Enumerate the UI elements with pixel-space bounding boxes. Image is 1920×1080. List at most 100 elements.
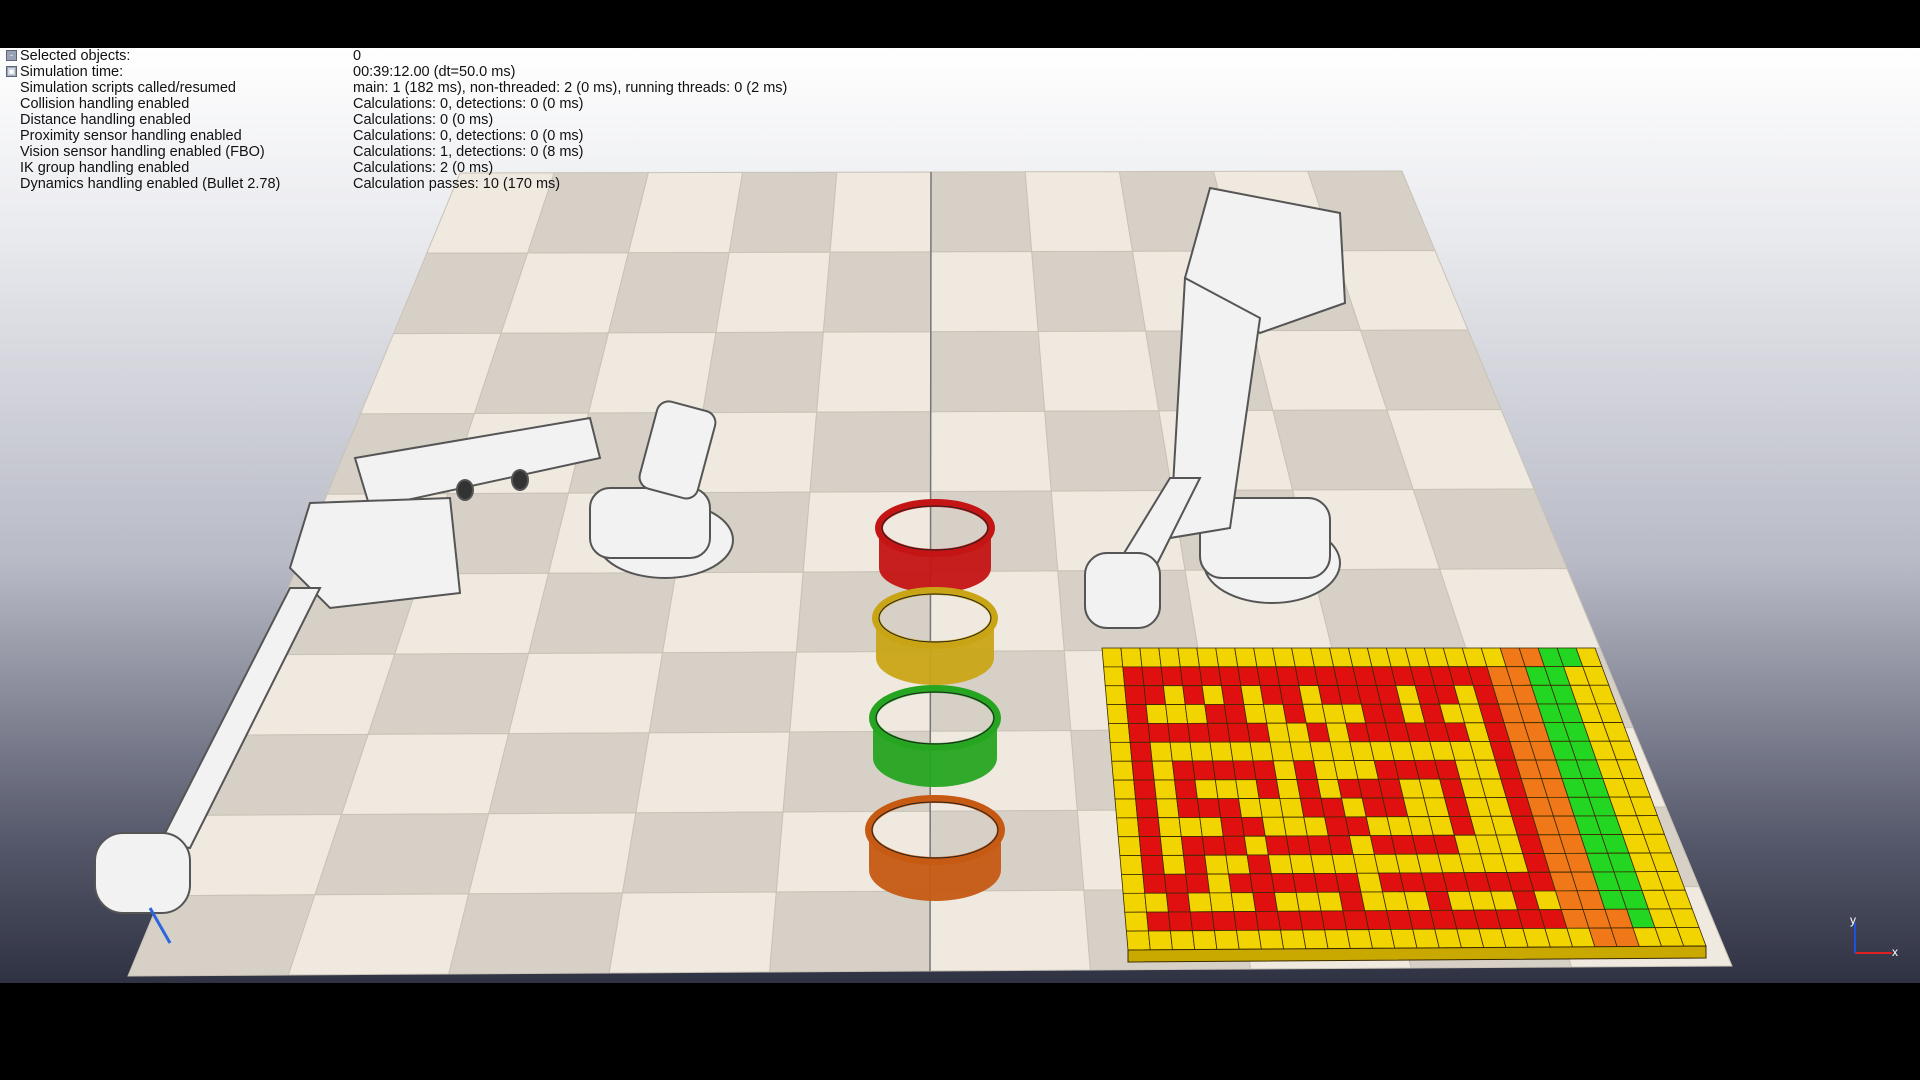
cube[interactable] bbox=[1183, 854, 1208, 875]
cube[interactable] bbox=[1145, 704, 1169, 724]
cube[interactable] bbox=[1167, 911, 1193, 932]
cube[interactable] bbox=[1249, 873, 1275, 894]
cube[interactable] bbox=[1169, 741, 1193, 762]
cube[interactable] bbox=[1243, 703, 1268, 724]
cube[interactable] bbox=[1252, 760, 1277, 781]
cube[interactable] bbox=[1206, 722, 1231, 743]
cube[interactable] bbox=[1180, 835, 1206, 856]
cube[interactable] bbox=[1368, 928, 1396, 949]
cube[interactable] bbox=[1106, 704, 1129, 724]
cube[interactable] bbox=[1108, 723, 1131, 743]
cube[interactable] bbox=[1136, 817, 1161, 838]
cube[interactable] bbox=[1236, 929, 1262, 950]
cube[interactable] bbox=[1237, 666, 1261, 687]
cube[interactable] bbox=[1114, 798, 1138, 819]
cube[interactable] bbox=[1258, 929, 1285, 950]
cube[interactable] bbox=[1120, 647, 1143, 668]
cube[interactable] bbox=[1217, 798, 1242, 818]
cube[interactable] bbox=[1270, 873, 1297, 893]
cube[interactable] bbox=[1162, 685, 1186, 705]
cube[interactable] bbox=[1280, 929, 1307, 950]
cube[interactable] bbox=[1147, 722, 1171, 743]
cube[interactable] bbox=[1133, 779, 1157, 800]
cube[interactable] bbox=[1169, 930, 1196, 951]
cube[interactable] bbox=[1160, 666, 1184, 687]
cube[interactable] bbox=[1313, 872, 1340, 893]
cube[interactable] bbox=[1295, 891, 1322, 912]
cube[interactable] bbox=[1163, 873, 1189, 894]
cube[interactable] bbox=[1232, 760, 1257, 781]
cube[interactable] bbox=[1285, 835, 1312, 856]
cube[interactable] bbox=[1112, 779, 1137, 800]
cube[interactable] bbox=[1135, 798, 1159, 819]
cube[interactable] bbox=[1233, 911, 1259, 931]
cube[interactable] bbox=[1209, 741, 1234, 762]
cube[interactable] bbox=[1104, 685, 1127, 706]
info-toggle-button[interactable]: - bbox=[6, 50, 17, 61]
cube[interactable] bbox=[1218, 666, 1242, 687]
cube[interactable] bbox=[1185, 873, 1211, 894]
cube[interactable] bbox=[1147, 930, 1173, 951]
cube[interactable] bbox=[1225, 854, 1251, 875]
cube[interactable] bbox=[1346, 929, 1374, 949]
cube[interactable] bbox=[1139, 647, 1162, 668]
cube[interactable] bbox=[1214, 930, 1240, 950]
cube[interactable] bbox=[1234, 647, 1258, 668]
cube[interactable] bbox=[1335, 872, 1362, 893]
cube[interactable] bbox=[1262, 703, 1287, 724]
cube[interactable] bbox=[1124, 685, 1147, 705]
cube[interactable] bbox=[1209, 892, 1235, 913]
cube[interactable] bbox=[1125, 930, 1151, 951]
cube[interactable] bbox=[1198, 666, 1222, 687]
cube[interactable] bbox=[1122, 666, 1145, 687]
cube[interactable] bbox=[1331, 854, 1358, 874]
cube[interactable] bbox=[1189, 911, 1215, 932]
cube[interactable] bbox=[1306, 835, 1333, 856]
cube[interactable] bbox=[1201, 835, 1227, 856]
cube[interactable] bbox=[1252, 892, 1278, 912]
cube[interactable] bbox=[1267, 854, 1294, 875]
cube[interactable] bbox=[1228, 873, 1254, 894]
cube[interactable] bbox=[1199, 817, 1224, 837]
cube[interactable] bbox=[1111, 760, 1135, 781]
cube[interactable] bbox=[1122, 892, 1148, 913]
cube[interactable] bbox=[1238, 798, 1263, 818]
cube[interactable] bbox=[1324, 816, 1350, 837]
cube[interactable] bbox=[1155, 798, 1180, 819]
cube[interactable] bbox=[1303, 816, 1329, 837]
cube[interactable] bbox=[1157, 817, 1182, 837]
cube[interactable] bbox=[1117, 836, 1142, 857]
cube[interactable] bbox=[1261, 816, 1287, 837]
cube[interactable] bbox=[1253, 647, 1277, 668]
cube[interactable] bbox=[1279, 797, 1305, 818]
cube[interactable] bbox=[1138, 836, 1163, 856]
cube[interactable] bbox=[1212, 760, 1237, 781]
cube[interactable] bbox=[1215, 647, 1239, 668]
cube[interactable] bbox=[1255, 910, 1282, 931]
cube[interactable] bbox=[1127, 723, 1151, 743]
cube[interactable] bbox=[1338, 891, 1366, 912]
cube[interactable] bbox=[1196, 798, 1222, 818]
cube[interactable] bbox=[1192, 930, 1218, 950]
cube[interactable] bbox=[1201, 685, 1225, 705]
cube[interactable] bbox=[1230, 892, 1257, 912]
cube[interactable] bbox=[1246, 722, 1271, 743]
cube[interactable] bbox=[1226, 722, 1251, 743]
cube[interactable] bbox=[1149, 741, 1173, 762]
cube[interactable] bbox=[1119, 855, 1144, 875]
cube[interactable] bbox=[1167, 722, 1191, 743]
cube[interactable] bbox=[1298, 910, 1326, 931]
cube[interactable] bbox=[1327, 835, 1354, 855]
cube[interactable] bbox=[1299, 797, 1326, 818]
cube[interactable] bbox=[1258, 797, 1284, 818]
cube[interactable] bbox=[1223, 704, 1248, 724]
cube[interactable] bbox=[1289, 741, 1315, 762]
cube[interactable] bbox=[1116, 817, 1140, 838]
cube[interactable] bbox=[1184, 704, 1208, 724]
cube[interactable] bbox=[1179, 666, 1203, 687]
cube[interactable] bbox=[1282, 816, 1308, 837]
cube[interactable] bbox=[1206, 873, 1232, 894]
cube[interactable] bbox=[1364, 910, 1392, 930]
cube[interactable] bbox=[1158, 647, 1181, 668]
cube[interactable] bbox=[1240, 685, 1264, 705]
